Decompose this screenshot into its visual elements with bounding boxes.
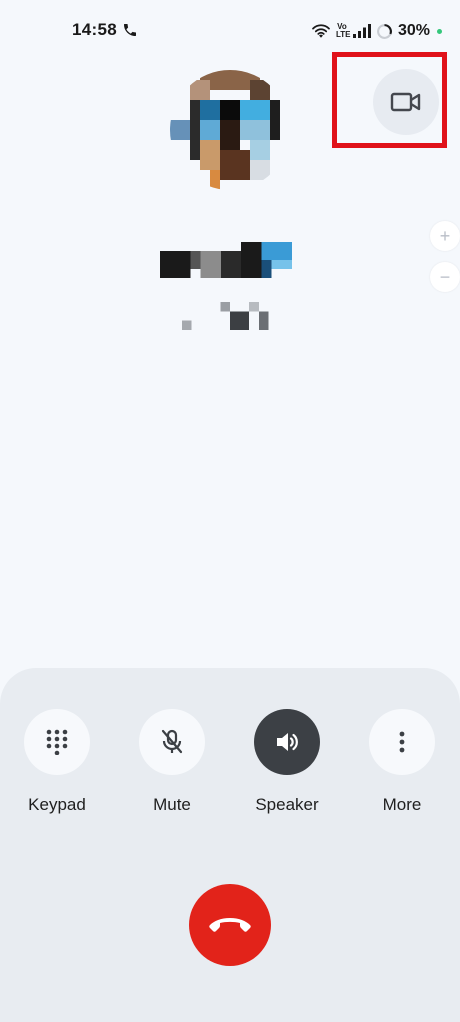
zoom-out-button[interactable]: − <box>430 262 460 292</box>
mute-button[interactable] <box>139 709 205 775</box>
wifi-icon <box>312 24 330 38</box>
end-call-button[interactable] <box>189 884 271 966</box>
speaker-button[interactable] <box>254 709 320 775</box>
mute-label: Mute <box>153 795 191 814</box>
speaker-label: Speaker <box>255 795 319 814</box>
battery-ring-icon <box>377 23 392 39</box>
caller-name-redacted <box>160 242 302 278</box>
call-end-icon <box>209 918 251 932</box>
video-call-button[interactable] <box>373 69 439 135</box>
status-time: 14:58 <box>72 20 117 39</box>
caller-number-redacted <box>182 302 278 330</box>
more-button[interactable] <box>369 709 435 775</box>
signal-icon <box>352 24 371 38</box>
more-vert-icon <box>399 731 405 753</box>
speaker-icon <box>277 733 298 751</box>
zoom-in-button[interactable]: + <box>430 221 460 251</box>
dialpad-icon <box>46 729 68 755</box>
caller-avatar <box>170 70 290 190</box>
videocam-icon <box>390 92 421 112</box>
battery-percent: 30% <box>397 22 430 39</box>
status-indicators: Vo LTE 30% <box>311 20 442 42</box>
more-label: More <box>382 795 422 814</box>
privacy-dot <box>437 28 442 34</box>
mic-off-icon <box>161 729 183 754</box>
status-bar: 14:58 Vo LTE 30% <box>0 0 460 62</box>
volte-indicator: Vo LTE <box>335 22 351 39</box>
keypad-button[interactable] <box>24 709 90 775</box>
phone-call-icon <box>124 24 136 36</box>
keypad-label: Keypad <box>28 795 86 814</box>
